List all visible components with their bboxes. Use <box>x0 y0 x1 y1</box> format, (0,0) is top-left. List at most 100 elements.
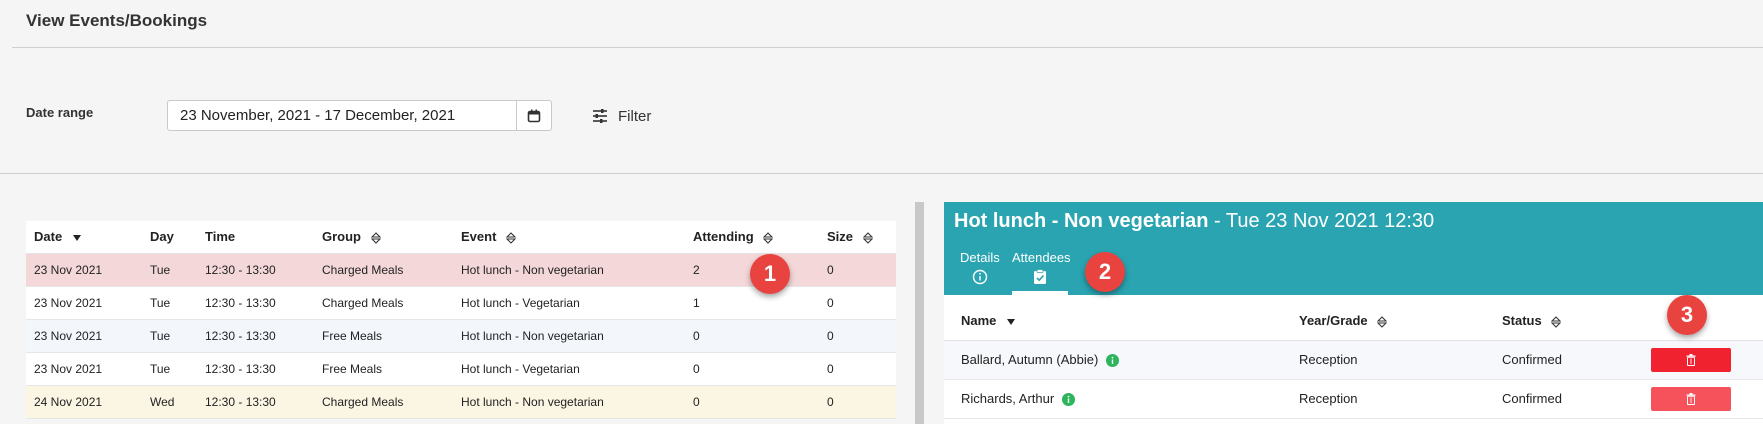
cell-attending: 1 <box>685 286 819 320</box>
col-group[interactable]: Group <box>314 221 453 254</box>
cell-status: Confirmed <box>1485 379 1634 419</box>
page-title: View Events/Bookings <box>26 11 208 30</box>
trash-icon <box>1686 353 1696 366</box>
cell-group: Charged Meals <box>314 385 453 419</box>
sort-icon <box>763 232 774 244</box>
cell-event: Hot lunch - Non vegetarian <box>453 385 685 419</box>
col-size[interactable]: Size <box>819 221 896 254</box>
cell-attending: 0 <box>685 352 819 386</box>
filter-button[interactable]: Filter <box>592 104 651 128</box>
cell-name: Richards, Arthur <box>944 379 1282 419</box>
detail-title: Hot lunch - Non vegetarian - Tue 23 Nov … <box>954 210 1435 232</box>
col-name[interactable]: Name <box>944 302 1282 341</box>
attendees-table-header: Name Year/Grade Status <box>944 302 1763 341</box>
tab-attendees-label: Attendees <box>1012 250 1071 265</box>
cell-time: 12:30 - 13:30 <box>197 385 314 419</box>
col-day: Day <box>142 221 197 254</box>
cell-day: Tue <box>142 286 197 320</box>
tab-details[interactable]: Details <box>960 250 1000 285</box>
events-table-header: Date Day Time Group Event Attending Size <box>26 221 896 254</box>
cell-day: Tue <box>142 352 197 386</box>
panel-splitter[interactable] <box>915 202 924 424</box>
cell-actions <box>1634 340 1763 380</box>
table-row[interactable]: 23 Nov 2021 Tue 12:30 - 13:30 Free Meals… <box>26 319 896 353</box>
cell-event: Hot lunch - Vegetarian <box>453 352 685 386</box>
cell-event: Hot lunch - Vegetarian <box>453 286 685 320</box>
col-date[interactable]: Date <box>26 221 142 254</box>
cell-group: Charged Meals <box>314 253 453 287</box>
cell-year-grade: Reception <box>1282 340 1485 380</box>
cell-time: 12:30 - 13:30 <box>197 253 314 287</box>
cell-date: 24 Nov 2021 <box>26 385 142 419</box>
cell-time: 12:30 - 13:30 <box>197 286 314 320</box>
callout-badge-2: 2 <box>1085 252 1125 292</box>
cell-year-grade: Reception <box>1282 379 1485 419</box>
cell-date: 23 Nov 2021 <box>26 253 142 287</box>
filter-divider <box>0 173 1763 174</box>
trash-icon <box>1686 392 1696 405</box>
col-year-grade[interactable]: Year/Grade <box>1282 302 1485 341</box>
cell-time: 12:30 - 13:30 <box>197 319 314 353</box>
cell-size: 0 <box>819 385 896 419</box>
calendar-icon <box>527 109 541 122</box>
info-circle-icon <box>972 269 988 285</box>
cell-day: Tue <box>142 319 197 353</box>
page-header: View Events/Bookings <box>0 0 1763 48</box>
date-range-label: Date range <box>26 105 94 120</box>
filter-label: Filter <box>618 107 652 125</box>
cell-event: Hot lunch - Non vegetarian <box>453 253 685 287</box>
header-divider <box>12 47 1763 48</box>
cell-size: 0 <box>819 253 896 287</box>
delete-attendee-button[interactable] <box>1651 386 1731 411</box>
cell-date: 23 Nov 2021 <box>26 286 142 320</box>
cell-attending: 0 <box>685 385 819 419</box>
sort-icon <box>862 232 873 244</box>
cell-status: Confirmed <box>1485 340 1634 380</box>
cell-day: Wed <box>142 385 197 419</box>
clipboard-check-icon <box>1034 269 1046 284</box>
attendee-row[interactable]: Ballard, Autumn (Abbie) Reception Confir… <box>944 340 1763 380</box>
cell-size: 0 <box>819 352 896 386</box>
cell-name: Ballard, Autumn (Abbie) <box>944 340 1282 380</box>
detail-header: Hot lunch - Non vegetarian - Tue 23 Nov … <box>944 202 1763 295</box>
active-tab-indicator <box>1012 291 1068 295</box>
sort-icon <box>1377 316 1388 328</box>
cell-time: 12:30 - 13:30 <box>197 352 314 386</box>
info-icon[interactable] <box>1105 354 1119 368</box>
table-row[interactable]: 24 Nov 2021 Wed 12:30 - 13:30 Charged Me… <box>26 385 896 419</box>
cell-date: 23 Nov 2021 <box>26 352 142 386</box>
sort-desc-icon <box>1007 318 1016 325</box>
info-icon[interactable] <box>1061 393 1075 407</box>
table-row[interactable]: 23 Nov 2021 Tue 12:30 - 13:30 Free Meals… <box>26 352 896 386</box>
callout-badge-3: 3 <box>1667 295 1707 335</box>
sort-desc-icon <box>72 234 81 241</box>
col-status[interactable]: Status <box>1485 302 1634 341</box>
cell-date: 23 Nov 2021 <box>26 319 142 353</box>
cell-event: Hot lunch - Non vegetarian <box>453 319 685 353</box>
cell-size: 0 <box>819 319 896 353</box>
sort-icon <box>1551 316 1562 328</box>
attendee-row[interactable]: Richards, Arthur Reception Confirmed <box>944 379 1763 419</box>
callout-badge-1: 1 <box>750 254 790 294</box>
cell-day: Tue <box>142 253 197 287</box>
sort-icon <box>370 232 381 244</box>
col-event[interactable]: Event <box>453 221 685 254</box>
col-time: Time <box>197 221 314 254</box>
events-table: Date Day Time Group Event Attending Size… <box>26 221 896 419</box>
date-range-input[interactable]: 23 November, 2021 - 17 December, 2021 <box>167 100 517 131</box>
col-attending[interactable]: Attending <box>685 221 819 254</box>
delete-attendee-button[interactable] <box>1651 347 1731 372</box>
tab-details-label: Details <box>960 250 1000 265</box>
cell-group: Free Meals <box>314 352 453 386</box>
cell-size: 0 <box>819 286 896 320</box>
cell-actions <box>1634 379 1763 419</box>
cell-group: Charged Meals <box>314 286 453 320</box>
calendar-button[interactable] <box>516 100 552 131</box>
attendees-table: Name Year/Grade Status Ballard, Autumn (… <box>944 302 1763 419</box>
sliders-icon <box>593 109 607 123</box>
cell-attending: 0 <box>685 319 819 353</box>
detail-panel: Hot lunch - Non vegetarian - Tue 23 Nov … <box>944 202 1763 424</box>
sort-icon <box>506 232 517 244</box>
tab-attendees[interactable]: Attendees <box>1012 250 1071 285</box>
cell-group: Free Meals <box>314 319 453 353</box>
